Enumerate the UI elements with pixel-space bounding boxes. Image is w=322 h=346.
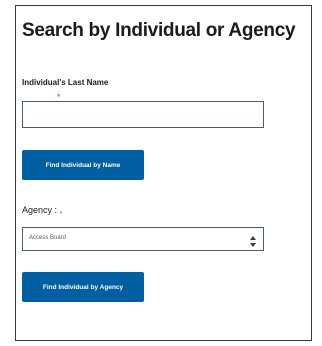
find-by-agency-button[interactable]: Find Individual by Agency <box>22 272 144 302</box>
last-name-label: Individual's Last Name <box>22 78 109 87</box>
last-name-input[interactable] <box>22 101 264 128</box>
agency-colon: : <box>54 205 58 215</box>
agency-label-group: Agency : * <box>22 205 62 218</box>
page-title: Search by Individual or Agency <box>22 20 296 41</box>
agency-required-marker: * <box>59 210 63 218</box>
agency-select[interactable]: Access Board <box>22 227 264 251</box>
agency-label: Agency <box>22 205 53 215</box>
agency-select-value: Access Board <box>29 235 67 241</box>
find-by-name-button[interactable]: Find Individual by Name <box>22 150 144 180</box>
chevron-up-down-icon <box>250 234 256 247</box>
